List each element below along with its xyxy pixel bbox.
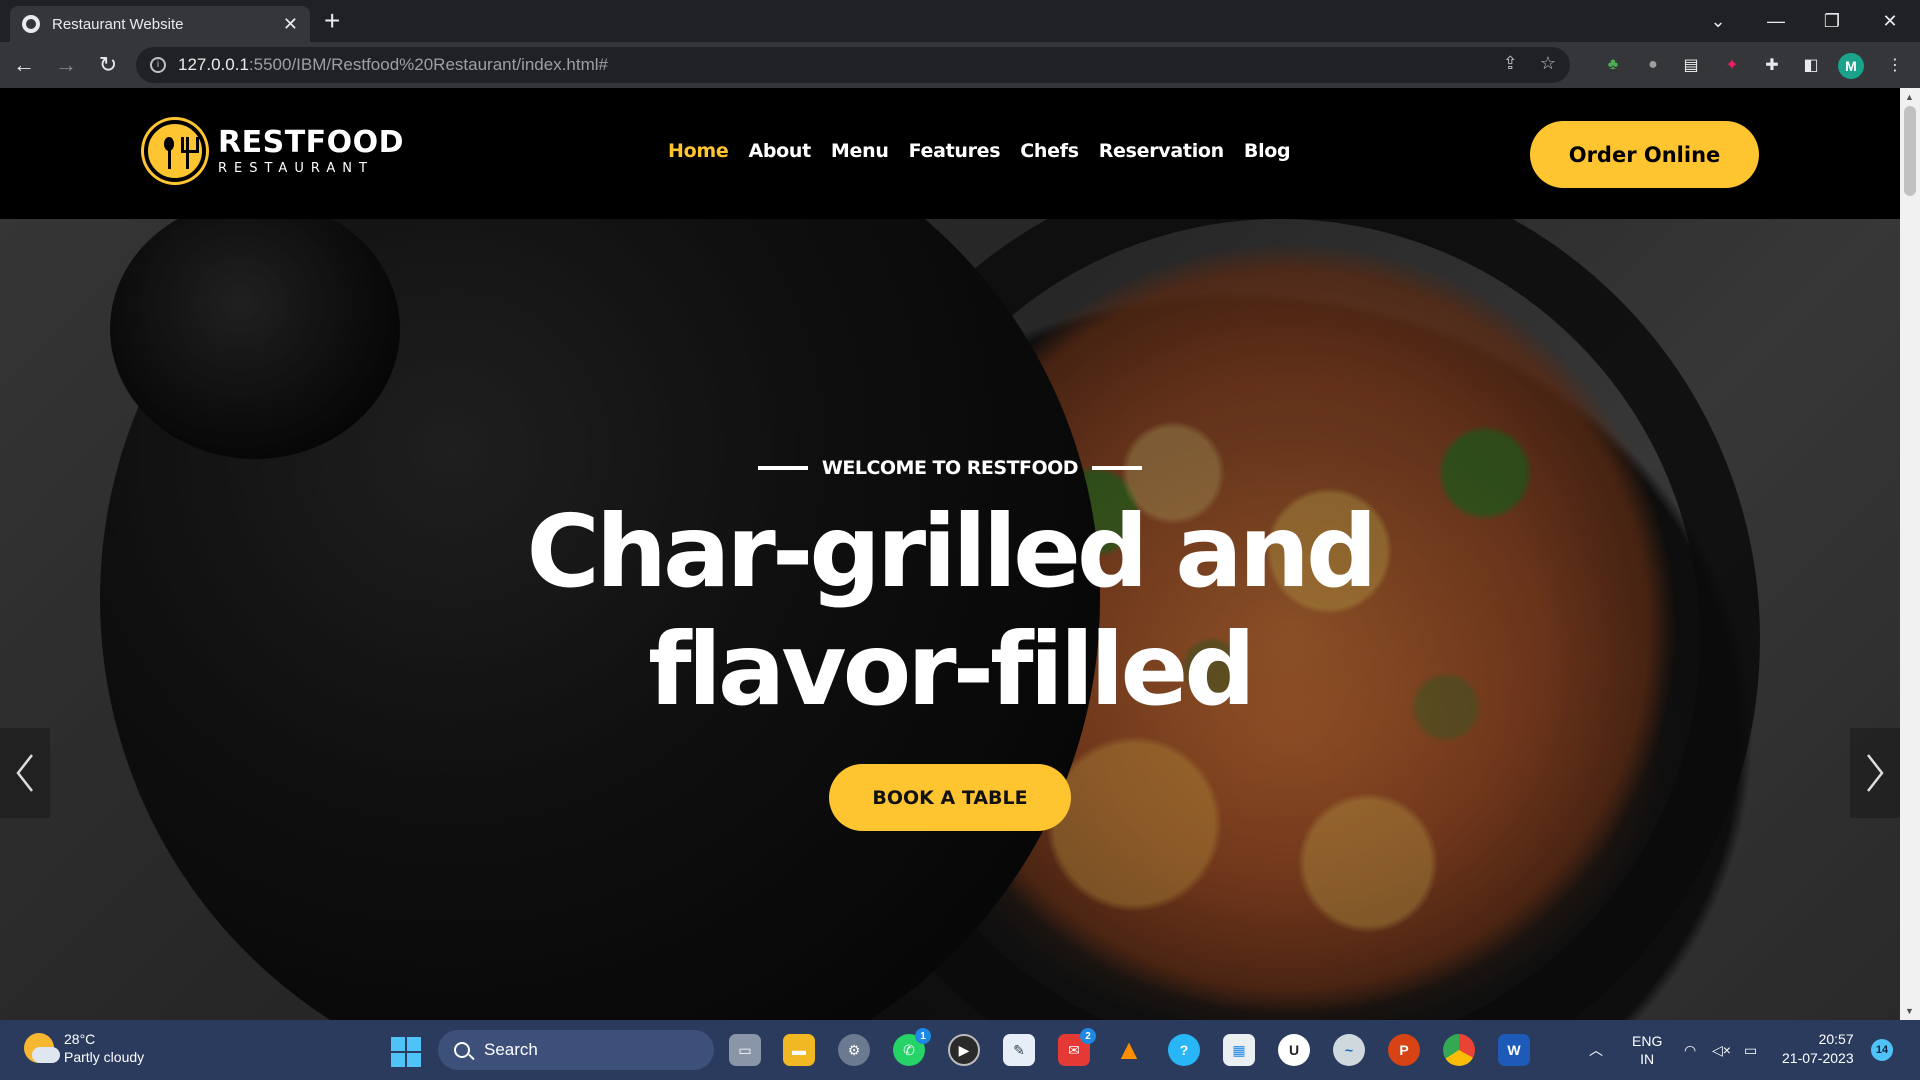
notification-badge[interactable]: 14 (1871, 1039, 1893, 1061)
extensions-puzzle-icon[interactable]: ✚ (1759, 52, 1785, 78)
browser-tab-strip: Restaurant Website ✕ + ⌄ — ❐ ✕ (0, 0, 1920, 42)
share-icon[interactable]: ⇪ (1503, 53, 1518, 74)
powerpoint-icon[interactable]: P (1388, 1034, 1420, 1066)
hero-headline-line1: Char-grilled and (526, 493, 1377, 610)
page-scrollbar[interactable]: ▲ ▼ (1900, 88, 1920, 1020)
main-nav: Home About Menu Features Chefs Reservati… (668, 140, 1291, 162)
taskbar-clock[interactable]: 20:57 21-07-2023 (1782, 1030, 1854, 1068)
globe-icon (22, 15, 40, 33)
restore-icon[interactable]: ❐ (1804, 0, 1860, 42)
nav-reservation[interactable]: Reservation (1099, 140, 1224, 162)
weather-temperature: 28°C (64, 1031, 96, 1047)
get-help-icon[interactable]: ? (1168, 1034, 1200, 1066)
chevron-right-icon (1867, 754, 1884, 792)
logo-subtitle: RESTAURANT (218, 160, 374, 176)
forward-icon[interactable]: → (48, 47, 84, 83)
chevron-left-icon (16, 754, 33, 792)
settings-gear-icon[interactable]: ⚙ (838, 1034, 870, 1066)
side-panel-icon[interactable]: ◧ (1798, 52, 1824, 78)
language-line1: ENG (1632, 1033, 1663, 1049)
url-path: :5500/IBM/Restfood%20Restaurant/index.ht… (248, 55, 608, 74)
bookmark-star-icon[interactable]: ☆ (1540, 53, 1556, 74)
word-icon[interactable]: W (1498, 1034, 1530, 1066)
nav-about[interactable]: About (748, 140, 811, 162)
page-viewport: WELCOME TO RESTFOOD Char-grilled and fla… (0, 88, 1900, 1020)
nav-blog[interactable]: Blog (1244, 140, 1291, 162)
u-app-icon[interactable]: U (1278, 1034, 1310, 1066)
microsoft-store-icon[interactable]: ▦ (1223, 1034, 1255, 1066)
hero-eyebrow-text: WELCOME TO RESTFOOD (821, 457, 1079, 479)
taskbar-search-placeholder: Search (484, 1040, 538, 1059)
reload-icon[interactable]: ↻ (90, 47, 126, 83)
scroll-up-icon[interactable]: ▲ (1905, 92, 1914, 102)
extension-lamp-icon[interactable]: ● (1640, 52, 1666, 78)
hero-section: WELCOME TO RESTFOOD Char-grilled and fla… (0, 219, 1900, 1020)
back-icon[interactable]: ← (6, 47, 42, 83)
windows-start-icon[interactable] (391, 1037, 421, 1067)
scrollbar-thumb[interactable] (1904, 106, 1916, 196)
weather-widget[interactable]: 28°C Partly cloudy (24, 1030, 144, 1066)
address-bar[interactable]: i 127.0.0.1:5500/IBM/Restfood%20Restaura… (136, 47, 1570, 83)
nav-chefs[interactable]: Chefs (1020, 140, 1079, 162)
clock-time: 20:57 (1818, 1031, 1854, 1047)
whatsapp-icon[interactable]: ✆ 1 (893, 1028, 931, 1066)
nav-menu[interactable]: Menu (831, 140, 889, 162)
profile-avatar[interactable]: M (1838, 53, 1864, 79)
eyebrow-line-left (757, 466, 808, 470)
language-indicator[interactable]: ENG IN (1632, 1020, 1662, 1080)
whatsapp-badge: 1 (915, 1028, 931, 1044)
logo-title: RESTFOOD (218, 124, 405, 160)
file-explorer-icon[interactable]: ▬ (783, 1034, 815, 1066)
close-tab-icon[interactable]: ✕ (283, 14, 298, 35)
task-view-icon[interactable]: ▭ (729, 1034, 761, 1066)
browser-tab[interactable]: Restaurant Website ✕ (10, 6, 310, 42)
scroll-down-icon[interactable]: ▼ (1905, 1006, 1914, 1016)
slider-prev-button[interactable] (0, 728, 50, 818)
notepad-icon[interactable]: ✎ (1003, 1034, 1035, 1066)
site-logo[interactable]: RESTFOOD RESTAURANT (144, 120, 404, 182)
hero-headline-line2: flavor-filled (648, 611, 1256, 728)
url-host: 127.0.0.1 (178, 55, 249, 74)
book-table-button[interactable]: BOOK A TABLE (829, 764, 1071, 831)
hero-eyebrow: WELCOME TO RESTFOOD (0, 457, 1900, 479)
tab-search-icon[interactable]: ⌄ (1690, 0, 1746, 42)
extension-doc-icon[interactable]: ▤ (1678, 52, 1704, 78)
extension-tree-icon[interactable]: ♣ (1600, 52, 1626, 78)
clock-date: 21-07-2023 (1782, 1050, 1854, 1066)
order-online-button[interactable]: Order Online (1530, 121, 1759, 188)
nav-home[interactable]: Home (668, 140, 729, 162)
weather-condition: Partly cloudy (64, 1049, 145, 1065)
slider-next-button[interactable] (1850, 728, 1900, 818)
new-tab-icon[interactable]: + (324, 6, 340, 36)
partly-cloudy-icon (24, 1033, 60, 1063)
site-header: RESTFOOD RESTAURANT Home About Menu Feat… (0, 88, 1900, 219)
site-info-icon[interactable]: i (150, 57, 166, 73)
menu-kebab-icon[interactable]: ⋮ (1882, 52, 1908, 78)
messenger-icon[interactable]: ~ (1333, 1034, 1365, 1066)
tray-chevron-icon[interactable]: ︿ (1589, 1020, 1603, 1080)
battery-icon[interactable]: ▭ (1744, 1020, 1757, 1080)
spoon-fork-logo-icon (144, 120, 206, 182)
search-icon (454, 1042, 470, 1058)
media-player-icon[interactable]: ▶ (948, 1034, 980, 1066)
minimize-icon[interactable]: — (1748, 0, 1804, 42)
extension-color-icon[interactable]: ✦ (1719, 52, 1745, 78)
wifi-icon[interactable]: ◠ (1684, 1020, 1696, 1080)
eyebrow-line-right (1092, 466, 1143, 470)
mail-app-icon[interactable]: ✉ 2 (1058, 1028, 1096, 1066)
close-window-icon[interactable]: ✕ (1862, 0, 1918, 42)
tab-title: Restaurant Website (52, 15, 184, 33)
mail-badge: 2 (1080, 1028, 1096, 1044)
language-line2: IN (1640, 1051, 1655, 1067)
nav-features[interactable]: Features (909, 140, 1001, 162)
hero-headline: Char-grilled and flavor-filled (0, 493, 1900, 729)
volume-muted-icon[interactable]: ◁× (1712, 1020, 1731, 1080)
chrome-icon[interactable] (1443, 1034, 1475, 1066)
browser-toolbar: ← → ↻ i 127.0.0.1:5500/IBM/Restfood%20Re… (0, 42, 1920, 88)
taskbar-search[interactable]: Search (438, 1030, 714, 1070)
vlc-icon[interactable]: ▲ (1113, 1034, 1145, 1066)
